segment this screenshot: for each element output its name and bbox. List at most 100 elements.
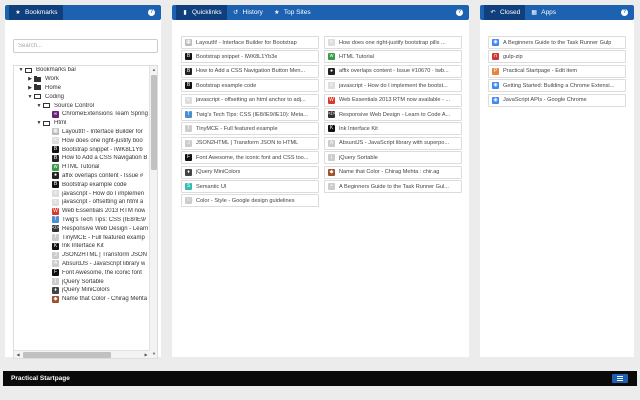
bookmark-search-input[interactable]	[13, 39, 158, 53]
scroll-thumb[interactable]	[151, 75, 157, 170]
tab-history[interactable]: ↺ History	[227, 5, 268, 20]
rw-icon: </>	[328, 111, 336, 118]
collapse-icon[interactable]: ▼	[36, 103, 42, 109]
quicklink-item[interactable]: F Font Awesome, the iconic font and CSS t…	[181, 151, 319, 165]
bookmark-item[interactable]: B Bootstrap snippet - IWK8L1Yb	[14, 145, 150, 154]
bs-icon: B	[52, 146, 59, 154]
scroll-down-arrow-icon[interactable]: ▼	[150, 350, 157, 358]
bookmark-folder[interactable]: ▶ Home	[14, 84, 150, 93]
quicklink-item[interactable]: ◆ Name that Color - Chirag Mehta : chir.a…	[324, 165, 462, 179]
bookmark-item[interactable]: B How to Add a CSS Navigation B	[14, 154, 150, 163]
quicklink-item[interactable]: ▦ LayoutIt! - Interface Builder for Boots…	[181, 36, 319, 49]
quicklink-item[interactable]: S Semantic UI	[181, 180, 319, 193]
folder-open-icon	[34, 94, 41, 100]
quicklink-item[interactable]: □ Color - Style - Google design guideline…	[181, 194, 319, 208]
bookmark-item[interactable]: ● affix overlaps content - Issue #	[14, 172, 150, 181]
chrome-icon: ◉	[492, 82, 499, 90]
scroll-left-arrow-icon[interactable]: ◀	[14, 351, 22, 358]
bookmark-item[interactable]: B Bootstrap example code	[14, 180, 150, 189]
bookmark-folder[interactable]: ▶ Work	[14, 75, 150, 84]
bookmark-item[interactable]: ▦ LayoutIt! - Interface Builder for	[14, 128, 150, 137]
quicklink-item[interactable]: ≡ javascript - How do I implement the boo…	[324, 79, 462, 93]
expand-icon[interactable]: ▶	[27, 85, 33, 91]
quicklink-item[interactable]: B Bootstrap snippet - IWK8L1Yb3e	[181, 50, 319, 64]
jh-icon: J	[52, 251, 59, 259]
quicklink-item[interactable]: ≡ How does one right-justify bootstrap pi…	[324, 36, 462, 49]
quicklink-item[interactable]: j jQuery Sortable	[324, 151, 462, 165]
help-icon[interactable]: ?	[148, 9, 155, 16]
bookmark-label: AbsurdJS - JavaScript library w	[62, 260, 146, 267]
bookmark-item[interactable]: T Twig's Tech Tips: CSS (IE8/IE9/	[14, 216, 150, 225]
quicklink-item[interactable]: </> Responsive Web Design - Learn to Code…	[324, 108, 462, 121]
closed-tab-item[interactable]: ◉ JavaScript APIs - Google Chrome	[488, 93, 626, 107]
gp-icon: ◓	[328, 183, 335, 190]
bookmark-item[interactable]: </> Responsive Web Design - Learn	[14, 224, 150, 233]
tab-top-sites-label: Top Sites	[283, 9, 311, 16]
closed-tab-item[interactable]: ◉ A Beginners Guide to the Task Runner Gu…	[488, 36, 626, 49]
quicklink-label: Web Essentials 2013 RTM now available - …	[339, 97, 451, 104]
bookmark-folder[interactable]: ▼ Bookmarks bar	[14, 66, 150, 75]
quicklink-item[interactable]: w HTML Tutorial	[324, 50, 462, 64]
bookmark-item[interactable]: T TinyMCE - Full featured examp	[14, 233, 150, 242]
collapse-icon[interactable]: ▼	[36, 120, 42, 126]
tab-bookmarks[interactable]: ★ Bookmarks	[9, 5, 63, 20]
tab-quicklinks[interactable]: ▮ Quicklinks	[176, 5, 227, 20]
tab-apps[interactable]: ▦ Apps	[525, 5, 561, 20]
bookmark-item[interactable]: w HTML Tutorial	[14, 163, 150, 172]
bookmark-item[interactable]: ◆ Name that Color - Chirag Mehta	[14, 295, 150, 304]
closed-tab-item[interactable]: ◉ Getting Started: Building a Chrome Exte…	[488, 79, 626, 93]
bookmark-item[interactable]: K Ink Interface Kit	[14, 242, 150, 251]
quicklink-item[interactable]: ≡ javascript - offsetting an html anchor …	[181, 93, 319, 107]
tab-top-sites[interactable]: ★ Top Sites	[268, 5, 316, 20]
bookmark-label: How does one right-justify boo	[62, 137, 143, 144]
bookmark-item[interactable]: ∞ ChromeExtensions Team Spring	[14, 110, 150, 119]
collapse-icon[interactable]: ▼	[18, 67, 24, 73]
quicklink-label: Color - Style - Google design guidelines	[196, 197, 295, 204]
bookmark-label: Source Control	[54, 102, 95, 109]
bookmark-item[interactable]: A AbsurdJS - JavaScript library w	[14, 260, 150, 269]
bookmark-folder[interactable]: ▼ Html	[14, 119, 150, 128]
tree-vertical-scrollbar[interactable]: ▲ ▼	[149, 66, 157, 358]
quicklink-item[interactable]: ● affix overlaps content - Issue #10670 ·…	[324, 64, 462, 78]
menu-button[interactable]	[612, 374, 628, 383]
bookmark-folder[interactable]: ▼ Coding	[14, 92, 150, 101]
tab-closed[interactable]: ↶ Closed	[484, 5, 526, 20]
npm-icon: n	[492, 53, 499, 61]
collapse-icon[interactable]: ▼	[27, 94, 33, 100]
ik-icon: K	[328, 125, 335, 133]
quicklink-item[interactable]: T TinyMCE - Full featured example	[181, 122, 319, 136]
quicklinks-panel: ▮ Quicklinks ↺ History ★ Top Sites ? ▦ La…	[172, 5, 469, 357]
quicklink-item[interactable]: ◓ A Beginners Guide to the Task Runner Gu…	[324, 180, 462, 193]
help-icon[interactable]: ?	[456, 9, 463, 16]
bookmark-icon: ▮	[183, 9, 187, 16]
bookmark-item[interactable]: ≡ How does one right-justify boo	[14, 136, 150, 145]
bookmark-item[interactable]: F Font Awesome, the iconic font	[14, 268, 150, 277]
bookmark-label: Coding	[45, 93, 65, 100]
folder-open-icon	[43, 103, 50, 109]
quicklink-item[interactable]: B How to Add a CSS Navigation Button Men.…	[181, 64, 319, 78]
expand-icon[interactable]: ▶	[27, 76, 33, 82]
quicklink-item[interactable]: K Ink Interface Kit	[324, 122, 462, 136]
bookmark-item[interactable]: j jQuery Sortable	[14, 277, 150, 286]
closed-tab-item[interactable]: P Practical Startpage - Edit item	[488, 64, 626, 78]
quicklink-item[interactable]: J JSON2HTML | Transform JSON to HTML	[181, 136, 319, 150]
scroll-right-arrow-icon[interactable]: ▶	[142, 351, 150, 358]
bookmark-item[interactable]: ≡ javascript - How do I implemen	[14, 189, 150, 198]
quicklink-item[interactable]: A AbsurdJS - JavaScript library with supe…	[324, 136, 462, 150]
bookmark-item[interactable]: J JSON2HTML | Transform JSON	[14, 251, 150, 260]
horizontal-scroll-thumb[interactable]	[23, 352, 111, 358]
gh-icon: ●	[328, 67, 335, 75]
bookmark-folder[interactable]: ▼ Source Control	[14, 101, 150, 110]
quicklink-item[interactable]: T Twig's Tech Tips: CSS (IE8/IE9/IE10): M…	[181, 108, 319, 121]
scroll-up-arrow-icon[interactable]: ▲	[150, 66, 157, 74]
tree-horizontal-scrollbar[interactable]: ◀ ▶	[14, 350, 150, 358]
bookmark-item[interactable]: W Web Essentials 2013 RTM now	[14, 207, 150, 216]
quicklink-item[interactable]: ♦ jQuery MiniColors	[181, 165, 319, 179]
closed-tab-item[interactable]: n gulp-zip	[488, 50, 626, 64]
help-icon[interactable]: ?	[621, 9, 628, 16]
quicklink-item[interactable]: B Bootstrap example code	[181, 79, 319, 93]
bookmark-item[interactable]: ≡ javascript - offsetting an html a	[14, 198, 150, 207]
bookmark-item[interactable]: ♦ jQuery MiniColors	[14, 286, 150, 295]
quicklink-item[interactable]: W Web Essentials 2013 RTM now available -…	[324, 93, 462, 107]
jq-icon: j	[328, 154, 335, 162]
